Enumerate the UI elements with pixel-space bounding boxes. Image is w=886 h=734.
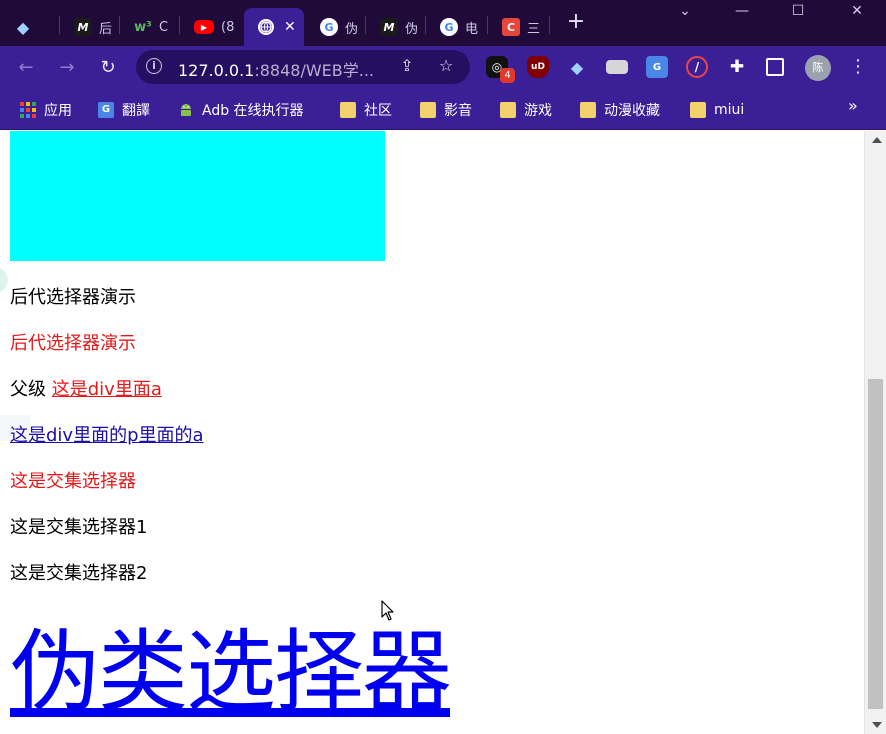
pseudo-class-heading-link[interactable]: 伪类选择器 [10, 618, 452, 728]
browser-tab[interactable]: G 电 [426, 8, 488, 46]
close-tab-icon[interactable]: ✕ [284, 19, 296, 35]
tab-title: C [159, 19, 169, 35]
tab-title: 伪 [405, 21, 419, 37]
div-p-paragraph: 这是div里面的p里面的a [10, 421, 204, 447]
apps-grid-icon [20, 102, 36, 118]
tab-search-icon[interactable]: ⌄ [670, 2, 700, 24]
intersection-selector-text: 这是交集选择器 [10, 471, 136, 492]
tab-title: 伪 [345, 21, 359, 37]
bookmark-label: 影音 [444, 103, 472, 119]
site-info-icon[interactable]: i [146, 58, 162, 74]
tab-divider [549, 16, 550, 34]
android-icon [178, 102, 194, 118]
folder-icon [500, 102, 516, 118]
bookmark-adb[interactable]: Adb 在线执行器 [178, 99, 304, 121]
parent-paragraph: 父级 这是div里面a [10, 375, 162, 401]
gem-icon: ◆ [16, 17, 30, 37]
folder-icon [420, 102, 436, 118]
tab-title: 三 [527, 21, 541, 37]
bookmark-folder-games[interactable]: 游戏 [500, 99, 552, 121]
bookmark-folder-miui[interactable]: miui [690, 99, 744, 121]
google-icon: G [320, 18, 338, 36]
browser-tab[interactable]: G 伪 [306, 8, 366, 46]
m-logo-icon: M [380, 18, 398, 36]
side-panel-icon[interactable] [766, 58, 784, 76]
bookmark-label: miui [714, 102, 745, 118]
bookmark-apps[interactable]: 应用 [20, 99, 72, 121]
browser-tab-active[interactable]: ✕ [244, 8, 304, 46]
side-widget[interactable] [0, 267, 8, 293]
browser-tab[interactable]: M 后 [60, 8, 120, 46]
tab-title: 后 [99, 21, 113, 37]
w3-icon: w³ [134, 19, 152, 35]
folder-icon [690, 102, 706, 118]
bookmark-folder-community[interactable]: 社区 [340, 99, 392, 121]
close-window-icon[interactable]: ✕ [842, 2, 872, 24]
back-icon[interactable]: ← [12, 54, 40, 82]
browser-tab[interactable]: w³ C [120, 8, 180, 46]
ublock-icon[interactable]: uD [527, 56, 549, 78]
bookmark-folder-anime[interactable]: 动漫收藏 [580, 99, 660, 121]
minimize-icon[interactable]: — [727, 2, 757, 24]
browser-tab[interactable]: ▶ (8 [180, 8, 242, 46]
url-path: :8848/WEB学... [254, 61, 375, 80]
bookmarks-bar: 应用 G 翻譯 Adb 在线执行器 社区 影音 游戏 动漫收藏 miui [0, 90, 886, 130]
div-link[interactable]: 这是div里面a [52, 379, 162, 400]
share-icon[interactable]: ⇪ [396, 55, 418, 77]
bookmark-label: 游戏 [524, 103, 552, 119]
translate-extension-icon[interactable]: G [646, 56, 668, 78]
forward-icon[interactable]: → [53, 54, 81, 82]
bookmark-star-icon[interactable]: ☆ [435, 55, 457, 77]
browser-tab[interactable]: ◆ [0, 8, 60, 46]
cyan-box [10, 131, 385, 261]
bookmark-translate[interactable]: G 翻譯 [98, 99, 150, 121]
page-viewport: 后代选择器演示 后代选择器演示 父级 这是div里面a 这是div里面的p里面的… [0, 131, 864, 734]
descendant-demo-text-red: 后代选择器演示 [10, 333, 136, 354]
folder-icon [580, 102, 596, 118]
scroll-down-arrow-icon[interactable] [872, 722, 882, 728]
gem-extension-icon[interactable]: ◆ [566, 56, 588, 78]
kebab-menu-icon[interactable]: ⋮ [848, 55, 868, 81]
vertical-scrollbar[interactable] [864, 131, 886, 734]
google-icon: G [440, 18, 458, 36]
intersection-selector-text-2: 这是交集选择器2 [10, 563, 148, 584]
browser-tab[interactable]: M 伪 [366, 8, 426, 46]
maximize-icon[interactable]: ☐ [783, 2, 813, 24]
bookmark-label: 社区 [364, 103, 392, 119]
bookmarks-overflow-icon[interactable]: » [848, 96, 858, 115]
intersection-selector-text-1: 这是交集选择器1 [10, 517, 148, 538]
m-logo-icon: M [74, 18, 92, 36]
bookmark-label: Adb 在线执行器 [202, 103, 304, 119]
scroll-up-arrow-icon[interactable] [872, 137, 882, 143]
tab-title: (8 [221, 19, 235, 35]
bookmark-label: 翻譯 [122, 103, 150, 119]
color-picker-icon[interactable]: / [686, 56, 708, 78]
bookmark-label: 应用 [44, 103, 72, 119]
new-tab-button[interactable]: + [564, 11, 588, 35]
div-p-link[interactable]: 这是div里面的p里面的a [10, 425, 204, 446]
youtube-icon: ▶ [194, 20, 214, 34]
address-bar[interactable]: i 127.0.0.1:8848/WEB学... ⇪ ☆ [136, 50, 470, 84]
url-host: 127.0.0.1 [178, 61, 255, 80]
browser-tab[interactable]: C 三 [488, 8, 550, 46]
bookmark-label: 动漫收藏 [604, 103, 660, 119]
card-extension-icon[interactable] [606, 60, 628, 74]
reload-icon[interactable]: ↻ [94, 54, 122, 82]
tab-strip: ◆ M 后 w³ C ▶ (8 ✕ G 伪 M 伪 G 电 C 三 + ⌄ — … [0, 0, 886, 46]
extensions-puzzle-icon[interactable]: ✚ [726, 56, 748, 78]
bookmark-folder-media[interactable]: 影音 [420, 99, 472, 121]
address-url[interactable]: 127.0.0.1:8848/WEB学... [178, 57, 374, 81]
descendant-demo-text: 后代选择器演示 [10, 287, 136, 308]
translate-icon: G [98, 102, 114, 118]
scrollbar-thumb[interactable] [868, 379, 883, 709]
globe-icon [258, 19, 274, 35]
extension-badge: 4 [500, 68, 515, 83]
tab-title: 电 [465, 21, 479, 37]
parent-label: 父级 [10, 379, 46, 400]
profile-avatar[interactable]: 陈 [805, 55, 831, 81]
folder-icon [340, 102, 356, 118]
c-logo-icon: C [502, 18, 520, 36]
browser-toolbar: ← → ↻ i 127.0.0.1:8848/WEB学... ⇪ ☆ ◎ uD … [0, 46, 886, 90]
mouse-cursor-icon [381, 600, 394, 621]
